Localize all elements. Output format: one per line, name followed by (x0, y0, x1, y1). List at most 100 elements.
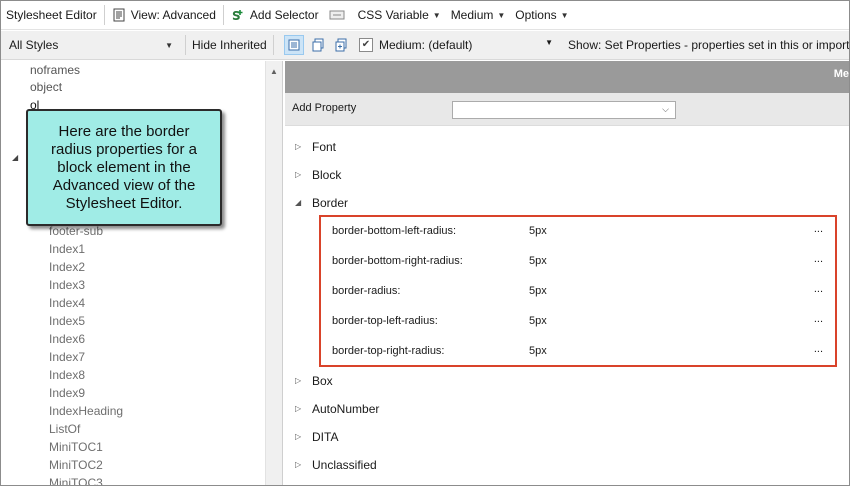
view-label: View: Advanced (130, 8, 216, 22)
tree-subitem[interactable]: MiniTOC3 (49, 474, 103, 485)
tree-item[interactable]: object (30, 78, 62, 96)
expand-arrow-icon[interactable]: ▷ (295, 455, 301, 475)
tree-subitem[interactable]: Index6 (49, 330, 85, 348)
more-options-button[interactable]: ... (814, 253, 823, 265)
hide-inherited-button[interactable]: Hide Inherited (185, 35, 274, 55)
property-name: border-top-right-radius: (332, 345, 445, 357)
collapse-arrow-icon[interactable]: ◢ (295, 193, 301, 213)
expand-arrow-icon[interactable]: ◢ (12, 153, 18, 162)
toolbar-divider (222, 5, 224, 25)
tree-subitem[interactable]: MiniTOC2 (49, 456, 103, 474)
more-options-button[interactable]: ... (814, 313, 823, 325)
options-menu[interactable]: Options ▼ (510, 1, 573, 29)
chevron-down-icon: ▼ (165, 40, 173, 50)
add-property-bar: Add Property ⌵ (285, 93, 849, 126)
stylesheet-editor-window: Stylesheet Editor View: Advanced S Add S… (0, 0, 850, 486)
css-variable-menu[interactable]: CSS Variable ▼ (353, 1, 446, 29)
copy-icon (312, 38, 324, 52)
panel-header-title: Me (833, 68, 849, 80)
css-variable-label: CSS Variable (357, 8, 429, 22)
group-label: Unclassified (312, 458, 377, 472)
add-style-button[interactable] (331, 35, 351, 55)
property-row[interactable]: border-radius: 5px ... (321, 277, 835, 307)
tree-subitem[interactable]: Index9 (49, 384, 85, 402)
more-options-button[interactable]: ... (814, 343, 823, 355)
editor-title: Stylesheet Editor (6, 8, 97, 22)
tree-scrollbar[interactable]: ▲ (265, 61, 283, 485)
tree-item[interactable]: noframes (30, 61, 80, 79)
tree-subitem[interactable]: Index5 (49, 312, 85, 330)
properties-view-icon (288, 39, 300, 51)
more-options-button[interactable]: ... (814, 283, 823, 295)
add-selector-button[interactable]: S Add Selector (226, 1, 324, 29)
property-row[interactable]: border-top-left-radius: 5px ... (321, 307, 835, 337)
chevron-down-icon: ▼ (497, 10, 506, 20)
chevron-down-icon: ▼ (545, 38, 553, 47)
tree-subitem[interactable]: IndexHeading (49, 402, 123, 420)
styles-dropdown[interactable]: All Styles ▼ (4, 35, 178, 55)
options-label: Options (515, 8, 557, 22)
medium-checkbox[interactable]: ✔ (359, 38, 373, 52)
tree-subitem[interactable]: Index1 (49, 240, 85, 258)
group-label: DITA (312, 430, 339, 444)
tree-subitem[interactable]: Index3 (49, 276, 85, 294)
property-row[interactable]: border-top-right-radius: 5px ... (321, 337, 835, 367)
tree-subitem[interactable]: Index2 (49, 258, 85, 276)
property-name: border-bottom-left-radius: (332, 225, 457, 237)
tree-subitem[interactable]: Index7 (49, 348, 85, 366)
medium-label: Medium (450, 8, 494, 22)
show-filter-dropdown[interactable]: Show: Set Properties - properties set in… (568, 35, 849, 55)
add-style-icon (335, 38, 347, 52)
more-options-button[interactable]: ... (814, 223, 823, 235)
main-toolbar: Stylesheet Editor View: Advanced S Add S… (1, 1, 849, 30)
chevron-down-icon: ▼ (560, 10, 569, 20)
css-variable-icon (329, 8, 345, 22)
property-value[interactable]: 5px (529, 285, 547, 297)
property-row[interactable]: border-bottom-left-radius: 5px ... (321, 217, 835, 247)
tree-subitem[interactable]: ListOf (49, 420, 80, 438)
chevron-down-icon: ▼ (432, 10, 441, 20)
expand-arrow-icon[interactable]: ▷ (295, 371, 301, 391)
properties-panel: Me Add Property ⌵ ▷ Font ▷ Block ◢ Borde… (285, 61, 849, 485)
property-value[interactable]: 5px (529, 255, 547, 267)
toolbar-divider (103, 5, 105, 25)
show-properties-view-button[interactable] (284, 35, 304, 55)
add-property-combo[interactable]: ⌵ (452, 101, 676, 119)
group-label: Box (312, 374, 333, 388)
group-label: Border (312, 196, 349, 210)
expand-arrow-icon[interactable]: ▷ (295, 427, 301, 447)
css-variable-icon-button[interactable] (324, 1, 353, 29)
chevron-down-icon: ⌵ (662, 104, 669, 114)
panel-header: Me (285, 61, 849, 93)
property-row[interactable]: border-bottom-right-radius: 5px ... (321, 247, 835, 277)
filter-toolbar: All Styles ▼ Hide Inherited ✔ Medium: (d… (1, 31, 849, 60)
tree-subitem[interactable]: Index8 (49, 366, 85, 384)
view-button[interactable]: View: Advanced (107, 1, 221, 29)
property-name: border-bottom-right-radius: (332, 255, 463, 267)
group-label: AutoNumber (312, 402, 380, 416)
callout-note: Here are the border radius properties fo… (26, 109, 222, 226)
expand-arrow-icon[interactable]: ▷ (295, 399, 301, 419)
add-selector-label: Add Selector (249, 8, 319, 22)
property-value[interactable]: 5px (529, 225, 547, 237)
tree-subitem[interactable]: MiniTOC1 (49, 438, 103, 456)
group-label: Font (312, 140, 337, 154)
medium-filter-value: Medium: (default) (379, 38, 473, 52)
expand-arrow-icon[interactable]: ▷ (295, 137, 301, 157)
expand-arrow-icon[interactable]: ▷ (295, 165, 301, 185)
tree-subitem[interactable]: Index4 (49, 294, 85, 312)
scroll-up-icon[interactable]: ▲ (270, 67, 278, 76)
hide-inherited-label: Hide Inherited (192, 38, 267, 52)
styles-dropdown-value: All Styles (9, 38, 59, 52)
medium-filter[interactable]: ✔ Medium: (default) ▼ (359, 35, 559, 55)
add-property-label: Add Property (292, 102, 357, 114)
property-value[interactable]: 5px (529, 315, 547, 327)
add-selector-icon: S (231, 8, 245, 23)
medium-menu[interactable]: Medium ▼ (446, 1, 511, 29)
border-properties-highlight: border-bottom-left-radius: 5px ... borde… (319, 215, 837, 367)
group-label: Block (312, 168, 342, 182)
copy-style-button[interactable] (308, 35, 328, 55)
property-name: border-radius: (332, 285, 401, 297)
view-icon (112, 8, 126, 22)
property-value[interactable]: 5px (529, 345, 547, 357)
